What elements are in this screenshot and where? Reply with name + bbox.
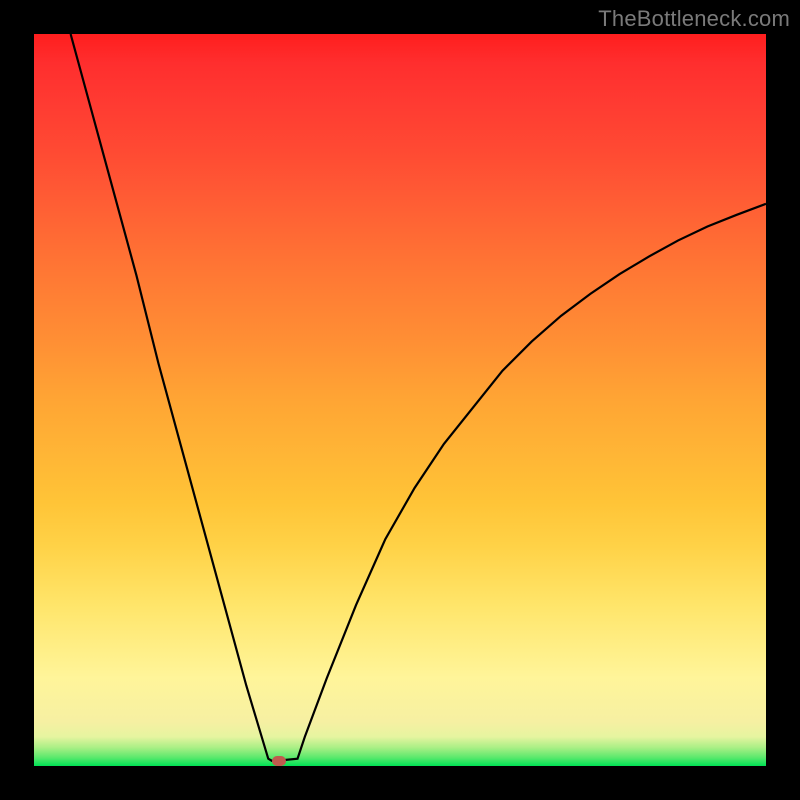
watermark-text: TheBottleneck.com <box>598 6 790 32</box>
gradient-background <box>34 34 766 766</box>
optimal-point-marker <box>272 756 286 766</box>
plot-area <box>34 34 766 766</box>
chart-frame: TheBottleneck.com <box>0 0 800 800</box>
